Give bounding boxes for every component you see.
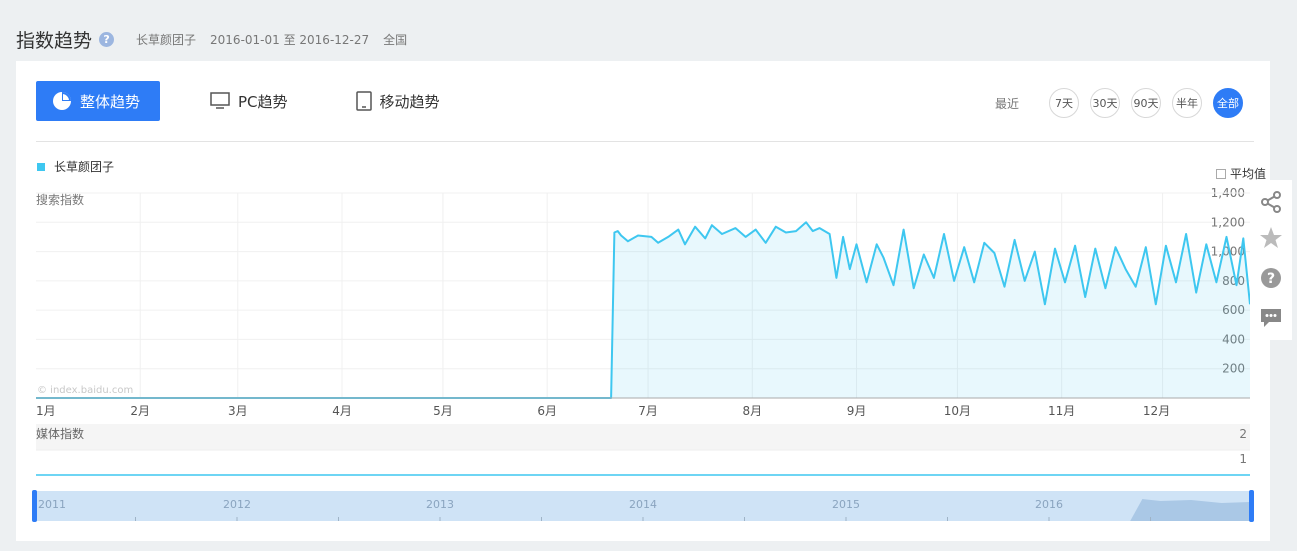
share-icon[interactable]	[1259, 190, 1283, 214]
trend-card: 整体趋势 PC趋势 移动趋势 最近 7天 30天 90天 半年 全部 长草颜团子…	[16, 61, 1270, 541]
monitor-icon	[210, 92, 230, 110]
tab-label: PC趋势	[238, 92, 288, 111]
x-tick-label: 6月	[537, 404, 557, 418]
average-checkbox[interactable]	[1215, 168, 1226, 179]
date-range-label: 2016-01-01 至 2016-12-27	[210, 32, 370, 47]
divider	[36, 141, 1254, 142]
help-icon[interactable]: ?	[99, 31, 115, 47]
trend-tabs: 整体趋势 PC趋势 移动趋势	[36, 81, 440, 121]
x-tick-label: 11月	[1048, 404, 1075, 418]
legend-series-label: 长草颜团子	[54, 160, 115, 174]
side-toolbar: ?	[1250, 180, 1292, 340]
range-all-button[interactable]: 全部	[1213, 88, 1243, 118]
navigator-tick-label: 2012	[223, 498, 251, 511]
navigator-tick-label: 2016	[1035, 498, 1063, 511]
legend[interactable]: 长草颜团子	[37, 158, 114, 175]
range-7d-button[interactable]: 7天	[1049, 88, 1079, 118]
x-tick-label: 8月	[742, 404, 762, 418]
range-90d-button[interactable]: 90天	[1131, 88, 1161, 118]
y-tick-label: 1,200	[1211, 215, 1245, 229]
tab-label: 整体趋势	[80, 92, 141, 111]
range-label: 最近	[994, 96, 1019, 111]
x-tick-label: 1月	[36, 404, 56, 418]
comment-icon[interactable]	[1259, 306, 1283, 330]
media-y-tick-label: 1	[1239, 452, 1247, 466]
tablet-icon	[355, 91, 372, 111]
navigator-right-handle	[1249, 490, 1254, 522]
search-index-chart[interactable]: 2004006008001,0001,2001,4001月 2月 3月 4月 5月 6月 7…	[16, 186, 1254, 546]
watermark: © index.baidu.com	[37, 385, 133, 396]
x-tick-label: 5月	[433, 404, 453, 418]
tab-overall-trend[interactable]: 整体趋势	[36, 81, 161, 121]
range-half-year-button[interactable]: 半年	[1172, 88, 1202, 118]
navigator-tick-label: 2013	[426, 498, 454, 511]
x-tick-label: 9月	[847, 404, 867, 418]
time-range-selector: 最近 7天 30天 90天 半年 全部	[995, 88, 1243, 118]
x-tick-label: 4月	[332, 404, 352, 418]
svg-text:?: ?	[1267, 271, 1275, 287]
navigator-tick-label: 2015	[832, 498, 860, 511]
x-tick-label: 2月	[130, 404, 150, 418]
region-label: 全国	[383, 32, 408, 47]
tab-label: 移动趋势	[379, 92, 440, 111]
x-tick-label: 12月	[1143, 404, 1170, 418]
media-axis-title: 媒体指数	[36, 426, 84, 441]
x-tick-label: 7月	[638, 404, 658, 418]
keyword-label: 长草颜团子	[136, 32, 197, 47]
tab-pc-trend[interactable]: PC趋势	[210, 81, 288, 121]
legend-swatch	[37, 162, 45, 171]
range-30d-button[interactable]: 30天	[1090, 88, 1120, 118]
tab-mobile-trend[interactable]: 移动趋势	[355, 81, 440, 121]
help-circle-icon[interactable]: ?	[1259, 266, 1283, 290]
y-axis-title: 搜索指数	[36, 192, 84, 207]
pie-chart-icon	[52, 91, 72, 111]
x-tick-label: 3月	[228, 404, 248, 418]
navigator-tick-label: 2014	[629, 498, 657, 511]
media-panel-bg	[36, 424, 1250, 450]
x-tick-label: 10月	[944, 404, 971, 418]
navigator-tick-label: 2011	[38, 498, 66, 511]
page-title: 指数趋势	[16, 29, 93, 52]
navigator-left-handle	[32, 490, 37, 522]
star-icon[interactable]	[1259, 226, 1283, 250]
page-header: 指数趋势 ? 长草颜团子 2016-01-01 至 2016-12-27 全国	[16, 24, 407, 54]
media-y-tick-label: 2	[1239, 427, 1247, 441]
